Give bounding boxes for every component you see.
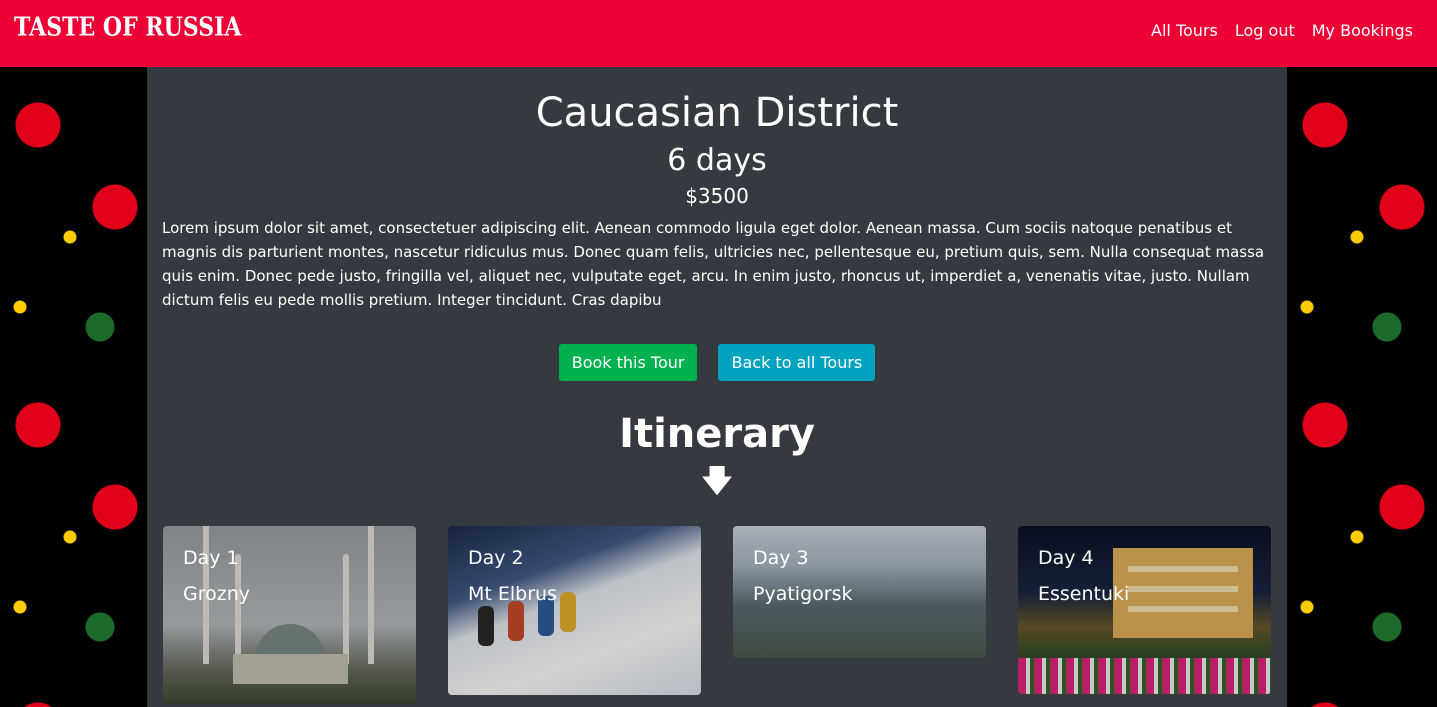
nav-link-log-out[interactable]: Log out: [1235, 21, 1295, 40]
tour-description: Lorem ipsum dolor sit amet, consectetuer…: [162, 219, 1265, 309]
itinerary-heading: Itinerary: [619, 411, 815, 457]
card-place-label: Essentuki: [1038, 583, 1130, 605]
nav-link-my-bookings[interactable]: My Bookings: [1312, 21, 1413, 40]
itinerary-card-day-2[interactable]: Day 2 Mt Elbrus: [448, 526, 701, 695]
card-day-label: Day 1: [183, 547, 239, 569]
itinerary-cards: Day 1 Grozny Day 2 Mt Elbrus Day 3 Pyati…: [163, 526, 1271, 704]
brand-logo[interactable]: TASTE OF RUSSIA: [14, 11, 242, 42]
nav-link-all-tours[interactable]: All Tours: [1151, 21, 1218, 40]
card-day-label: Day 3: [753, 547, 809, 569]
navbar: TASTE OF RUSSIA All Tours Log out My Boo…: [0, 0, 1437, 67]
action-buttons: Book this Tour Back to all Tours: [147, 344, 1287, 381]
folk-pattern-background-left: [0, 67, 147, 707]
tour-title: Caucasian District: [535, 90, 899, 136]
tour-price: $3500: [685, 184, 749, 208]
arrow-down-icon: 🡇: [701, 464, 733, 499]
card-day-label: Day 2: [468, 547, 524, 569]
card-place-label: Mt Elbrus: [468, 583, 557, 605]
nav-links: All Tours Log out My Bookings: [1151, 21, 1413, 40]
tour-detail-panel: Caucasian District 6 days $3500 Lorem ip…: [147, 67, 1287, 707]
card-place-label: Grozny: [183, 583, 251, 605]
card-day-label: Day 4: [1038, 547, 1094, 569]
book-tour-button[interactable]: Book this Tour: [558, 344, 698, 381]
card-place-label: Pyatigorsk: [753, 583, 853, 605]
back-to-tours-button[interactable]: Back to all Tours: [718, 344, 876, 381]
itinerary-card-day-3[interactable]: Day 3 Pyatigorsk: [733, 526, 986, 658]
tour-duration: 6 days: [667, 143, 767, 178]
itinerary-card-day-1[interactable]: Day 1 Grozny: [163, 526, 416, 704]
itinerary-card-day-4[interactable]: Day 4 Essentuki: [1018, 526, 1271, 694]
folk-pattern-background-right: [1287, 67, 1437, 707]
